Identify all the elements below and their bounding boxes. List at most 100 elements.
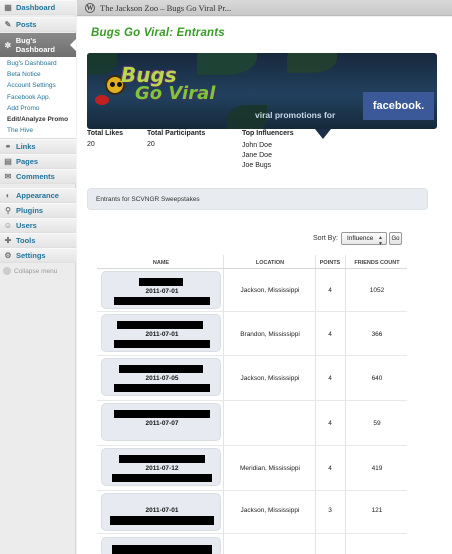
banner-leaf — [197, 53, 257, 75]
sort-by-label: Sort By: — [313, 235, 338, 242]
submenu-facebook-app[interactable]: Facebook App. — [0, 93, 76, 103]
users-icon: ☺ — [3, 221, 13, 230]
redacted-name — [112, 545, 212, 554]
total-likes-value: 20 — [87, 141, 95, 148]
row-divider — [97, 400, 407, 401]
menu-links[interactable]: ⚭ Links — [0, 139, 76, 154]
redacted-name — [139, 278, 183, 286]
sort-by-select[interactable]: Influence ▲ ▼ — [341, 232, 387, 247]
appearance-icon: ◐ — [5, 191, 11, 200]
row-divider — [97, 490, 407, 491]
submenu-the-hive[interactable]: The Hive — [0, 126, 76, 136]
menu-appearance-label: Appearance — [16, 191, 59, 200]
menu-comments[interactable]: ✉ Comments — [0, 169, 76, 184]
column-header-friends-count: FRIENDS COUNT — [354, 260, 400, 266]
site-title[interactable]: The Jackson Zoo – Bugs Go Viral Pr... — [100, 3, 231, 13]
comment-icon: ✉ — [4, 172, 12, 181]
page-icon: ▤ — [4, 157, 12, 166]
redacted-name — [119, 365, 203, 373]
redacted-name — [119, 455, 205, 463]
wordpress-logo-icon: W — [85, 2, 95, 13]
column-header-name: NAME — [152, 260, 170, 266]
menu-links-label: Links — [16, 142, 36, 151]
menu-pages-label: Pages — [16, 157, 39, 166]
admin-sidebar: ▦ Dashboard ✎ Posts ✲ Bug's Dashboard Bu… — [0, 0, 76, 554]
menu-tools[interactable]: ✚ Tools — [0, 233, 76, 248]
menu-appearance[interactable]: ◐ Appearance — [0, 188, 76, 203]
menu-dashboard[interactable]: ▦ Dashboard — [0, 0, 76, 15]
menu-posts[interactable]: ✎ Posts — [0, 17, 76, 32]
banner-leaf — [287, 53, 337, 73]
entrant-name-card[interactable]: 2011-07-12 — [101, 448, 221, 486]
entrant-location: Jackson, Mississippi — [240, 507, 300, 514]
redacted-email — [112, 474, 212, 482]
table-header-divider — [97, 268, 407, 269]
entrant-friends-count: 1052 — [369, 287, 385, 294]
entrant-points: 4 — [328, 287, 332, 294]
menu-pages[interactable]: ▤ Pages — [0, 154, 76, 169]
main-content: Bugs Go Viral: Entrants Bugs Go Viral vi… — [77, 17, 452, 554]
influencer-item[interactable]: Joe Bugs — [242, 162, 271, 169]
entrant-name-card[interactable]: 2011-07-07 — [101, 403, 221, 441]
submenu-bugs-dashboard[interactable]: Bug's Dashboard — [0, 59, 76, 69]
entrant-name-card[interactable]: 2011-07-01 — [101, 493, 221, 531]
collapse-menu-label: Collapse menu — [14, 267, 58, 275]
facebook-logo: facebook. — [363, 92, 434, 120]
entrant-location: Jackson, Mississippi — [240, 287, 300, 294]
admin-header: W The Jackson Zoo – Bugs Go Viral Pr... — [77, 0, 452, 16]
entrant-name-card[interactable]: 2011-07-01 — [101, 271, 221, 309]
sort-by-selected: Influence — [347, 235, 374, 242]
redacted-email — [114, 297, 210, 305]
menu-users[interactable]: ☺ Users — [0, 218, 76, 233]
column-header-location: LOCATION — [255, 260, 285, 266]
entrant-points: 4 — [328, 420, 332, 427]
entrant-date: 2011-07-05 — [145, 375, 179, 382]
entrants-for-box: Entrants for SCVNGR Sweepstakes — [87, 188, 428, 210]
page-title: Bugs Go Viral: Entrants — [91, 27, 225, 39]
row-divider — [97, 533, 407, 534]
collapse-arrow-icon — [3, 267, 11, 275]
redacted-email — [110, 516, 214, 525]
banner-tagline: viral promotions for — [255, 110, 336, 120]
entrant-points: 4 — [328, 331, 332, 338]
entrant-friends-count: 419 — [371, 465, 383, 472]
column-header-points: POINTS — [319, 260, 341, 266]
entrant-date: 2011-07-01 — [145, 288, 179, 295]
menu-settings[interactable]: ⚙ Settings — [0, 248, 76, 263]
tools-icon: ✚ — [4, 236, 12, 245]
entrant-friends-count: 59 — [373, 420, 381, 427]
link-icon: ⚭ — [4, 142, 12, 151]
top-influencers-label: Top Influencers — [242, 130, 294, 137]
pin-icon: ✎ — [4, 20, 12, 29]
submenu-beta-notice[interactable]: Beta Notice — [0, 70, 76, 80]
influencer-item[interactable]: John Doe — [242, 142, 272, 149]
dashboard-icon: ▦ — [4, 3, 12, 12]
entrant-name-card[interactable]: 2011-07-05 — [101, 358, 221, 396]
entrant-friends-count: 121 — [371, 507, 383, 514]
menu-bugs-dashboard[interactable]: ✲ Bug's Dashboard — [0, 33, 76, 57]
chevron-down-icon: ▲ ▼ — [378, 235, 383, 247]
entrant-name-card[interactable]: 2011-07-01 — [101, 314, 221, 352]
submenu-account-settings[interactable]: Account Settings — [0, 81, 76, 91]
logo-go-viral-text: Go Viral — [135, 83, 216, 104]
redacted-email — [114, 384, 210, 392]
row-divider — [97, 445, 407, 446]
column-divider — [345, 255, 346, 554]
collapse-menu[interactable]: Collapse menu — [3, 267, 57, 275]
go-button[interactable]: Go — [389, 232, 402, 245]
entrant-name-card[interactable] — [101, 537, 221, 554]
submenu-edit-analyze-promo[interactable]: Edit/Analyze Promo — [0, 115, 76, 125]
menu-tools-label: Tools — [16, 236, 36, 245]
bug-wing-icon — [95, 95, 109, 105]
promo-banner: Bugs Go Viral viral promotions for faceb… — [87, 53, 437, 129]
total-participants-value: 20 — [147, 141, 155, 148]
submenu-add-promo[interactable]: Add Promo — [0, 104, 76, 114]
entrant-date: 2011-07-01 — [145, 507, 179, 514]
logo-bugs-text: Bugs — [121, 63, 177, 87]
redacted-email — [114, 340, 210, 348]
entrant-friends-count: 366 — [371, 331, 383, 338]
menu-plugins[interactable]: ⚲ Plugins — [0, 203, 76, 218]
influencer-item[interactable]: Jane Doe — [242, 152, 272, 159]
menu-settings-label: Settings — [16, 251, 46, 260]
menu-users-label: Users — [16, 221, 37, 230]
